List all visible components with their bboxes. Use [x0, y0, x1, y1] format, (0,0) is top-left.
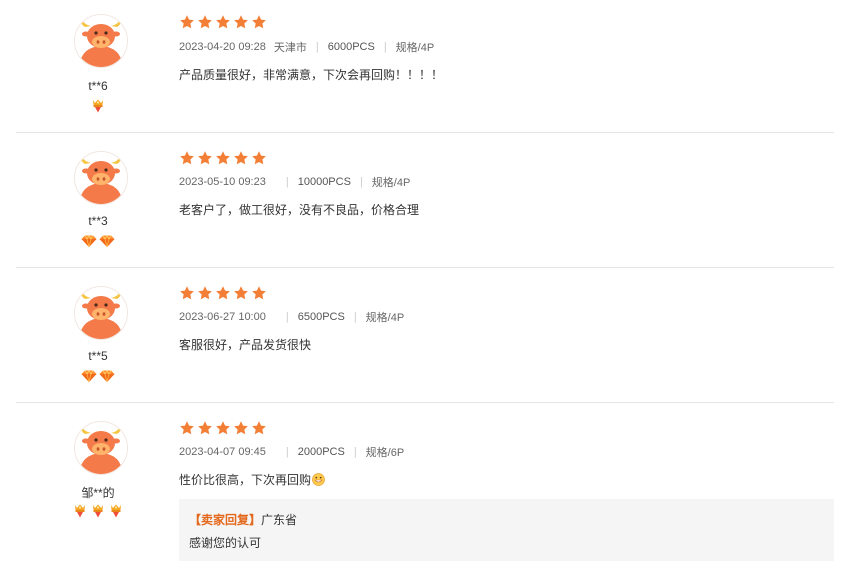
review-quantity: 10000PCS: [297, 176, 351, 188]
seller-reply-location: 广东省: [261, 513, 298, 527]
avatar: [74, 151, 128, 205]
star-rating: [179, 285, 269, 301]
review-item: t**6 2023-04-20 09:28 天津市 | 6000PCS | 规格/4P 产…: [16, 0, 834, 133]
diamond-icon: [99, 369, 115, 383]
reviewer-name: t**6: [88, 79, 108, 93]
diamond-icon: [99, 234, 115, 248]
meta-divider: |: [285, 311, 289, 323]
meta-divider: |: [353, 446, 357, 458]
review-quantity: 6500PCS: [297, 311, 345, 323]
crown-medal-icon: [90, 99, 106, 113]
meta-divider: |: [285, 176, 289, 188]
seller-reply-tag: 【卖家回复】: [189, 513, 262, 527]
star-icon: [233, 14, 249, 30]
meta-divider: |: [383, 41, 387, 53]
star-icon: [251, 150, 267, 166]
crown-medal-icon: [72, 504, 88, 518]
meta-divider: |: [359, 176, 363, 188]
review-meta: 2023-05-10 09:23 | 10000PCS | 规格/4P: [179, 174, 410, 190]
avatar: [74, 286, 128, 340]
crown-medal-icon: [90, 504, 106, 518]
seller-reply-text: 感谢您的认可: [189, 536, 262, 550]
star-icon: [197, 420, 213, 436]
diamond-icon: [81, 234, 97, 248]
review-spec: 规格/4P: [395, 42, 435, 54]
meta-divider: |: [315, 41, 319, 53]
review-spec: 规格/4P: [365, 312, 405, 324]
review-comment-text: 性价比很高，下次再回购: [179, 473, 312, 487]
star-icon: [215, 420, 231, 436]
seller-reply-header: 【卖家回复】广东省: [189, 511, 297, 528]
review-datetime: 2023-04-20 09:28: [179, 41, 266, 53]
badge-group: [16, 99, 180, 113]
review-location: 天津市: [273, 42, 307, 54]
review-item: t**3 2023-05-10 09:23 | 10000PCS | 规格/4P 老客户…: [16, 133, 834, 268]
star-icon: [215, 285, 231, 301]
review-meta: 2023-04-20 09:28 天津市 | 6000PCS | 规格/4P: [179, 39, 434, 55]
badge-group: [16, 504, 180, 518]
reviewer-name: 邹**的: [81, 486, 115, 500]
review-quantity: 2000PCS: [297, 446, 345, 458]
star-icon: [251, 420, 267, 436]
review-quantity: 6000PCS: [327, 41, 375, 53]
diamond-icon: [81, 369, 97, 383]
review-comment: 老客户了，做工很好，没有不良品，价格合理: [179, 203, 420, 217]
review-meta: 2023-06-27 10:00 | 6500PCS | 规格/4P: [179, 309, 404, 325]
review-comment: 性价比很高，下次再回购: [179, 471, 325, 488]
star-icon: [233, 285, 249, 301]
avatar: [74, 14, 128, 68]
review-comment: 产品质量很好，非常满意，下次会再回购！！！！: [179, 68, 444, 82]
review-meta: 2023-04-07 09:45 | 2000PCS | 规格/6P: [179, 444, 404, 460]
star-rating: [179, 420, 269, 436]
review-comment: 客服很好，产品发货很快: [179, 338, 312, 352]
crown-medal-icon: [108, 504, 124, 518]
star-icon: [215, 14, 231, 30]
grin-emoji-icon: [312, 473, 325, 486]
review-spec: 规格/6P: [365, 447, 405, 459]
star-icon: [251, 14, 267, 30]
review-spec: 规格/4P: [371, 177, 411, 189]
star-icon: [197, 14, 213, 30]
review-item: t**5 2023-06-27 10:00 | 6500PCS | 规格/4P 客服很好…: [16, 268, 834, 403]
review-datetime: 2023-04-07 09:45: [179, 446, 266, 458]
star-icon: [233, 420, 249, 436]
review-datetime: 2023-06-27 10:00: [179, 311, 266, 323]
star-icon: [197, 150, 213, 166]
reviewer-name: t**5: [88, 349, 108, 363]
star-icon: [197, 285, 213, 301]
star-icon: [215, 150, 231, 166]
review-datetime: 2023-05-10 09:23: [179, 176, 266, 188]
star-icon: [233, 150, 249, 166]
meta-divider: |: [353, 311, 357, 323]
badge-group: [16, 369, 180, 383]
meta-divider: |: [285, 446, 289, 458]
review-item: 邹**的 2023-04-07 09:45 | 2000PCS | 规格/6P 性价比很…: [16, 403, 834, 574]
star-icon: [179, 285, 195, 301]
star-icon: [179, 420, 195, 436]
star-icon: [179, 14, 195, 30]
avatar: [74, 421, 128, 475]
star-icon: [179, 150, 195, 166]
star-icon: [251, 285, 267, 301]
reviewer-name: t**3: [88, 214, 108, 228]
star-rating: [179, 14, 269, 30]
seller-reply: 【卖家回复】广东省 感谢您的认可: [179, 499, 834, 561]
star-rating: [179, 150, 269, 166]
badge-group: [16, 234, 180, 248]
